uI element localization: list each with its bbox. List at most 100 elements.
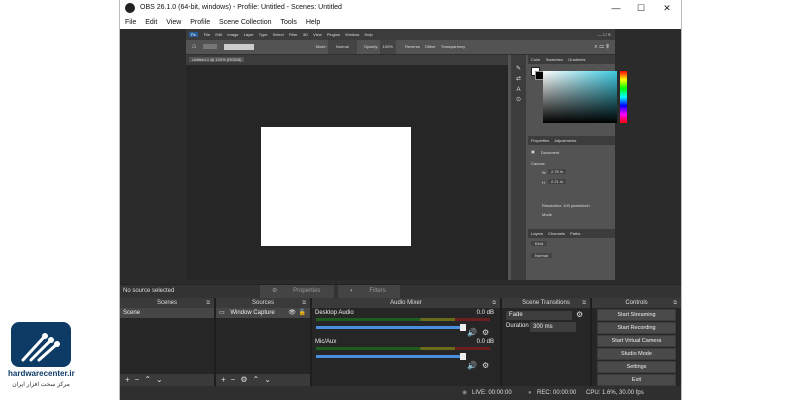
transition-row: Fade ⚙ xyxy=(502,308,590,322)
title-bar: OBS 26.1.0 (64-bit, windows) - Profile: … xyxy=(120,0,681,16)
search-icon: ⌕ ▭ ⇧ xyxy=(594,44,609,50)
menu-view[interactable]: View xyxy=(166,19,181,26)
minimize-icon[interactable]: — xyxy=(603,0,629,16)
ps-document-label: Document xyxy=(541,150,560,155)
volume-slider-knob[interactable] xyxy=(460,324,466,331)
menu-profile[interactable]: Profile xyxy=(190,19,210,26)
rec-icon: ● xyxy=(528,390,532,396)
gear-icon[interactable]: ⚙ xyxy=(576,310,583,319)
gear-icon[interactable]: ⚙ xyxy=(240,375,247,384)
scene-item[interactable]: Scene xyxy=(120,308,214,318)
start-virtual-camera-button[interactable]: Start Virtual Camera xyxy=(597,335,676,347)
menu-file[interactable]: File xyxy=(125,19,136,26)
ps-panel-tab: Adjustments xyxy=(554,138,577,143)
ps-document-canvas xyxy=(261,127,411,246)
ps-menu-item: Edit xyxy=(215,32,223,37)
ps-canvas-area xyxy=(186,65,508,280)
ps-options-bar: ⌂ Mode: Normal Opacity: 100% Reverse Dit… xyxy=(186,40,615,55)
watermark: hardwarecenter.ir مرکز سخت افزار ایران xyxy=(8,322,75,399)
source-item[interactable]: ▭ Window Capture 👁 🔓 xyxy=(216,308,310,318)
scenes-header: Scenes ⧉ xyxy=(120,298,214,308)
eye-icon[interactable]: 👁 xyxy=(288,308,296,318)
menu-edit[interactable]: Edit xyxy=(145,19,157,26)
ps-transparency-option: Transparency xyxy=(440,44,466,49)
move-up-icon[interactable]: ⌃ xyxy=(144,375,151,384)
filters-button[interactable]: ◐ Filters xyxy=(338,285,400,298)
ps-opacity-label: Opacity: xyxy=(363,44,379,49)
volume-slider[interactable] xyxy=(316,353,466,360)
channel-db: 0.0 dB xyxy=(476,339,494,345)
ps-w-value: 2.78 in xyxy=(548,169,567,174)
undock-icon[interactable]: ⧉ xyxy=(582,298,586,308)
speaker-icon[interactable]: 🔊 xyxy=(467,328,477,337)
speaker-icon[interactable]: 🔊 xyxy=(467,361,477,370)
remove-icon[interactable]: − xyxy=(231,375,236,384)
volume-meter xyxy=(316,347,490,350)
audio-mixer-header: Audio Mixer ⧉ xyxy=(312,298,500,308)
settings-button[interactable]: Settings xyxy=(597,361,676,373)
volume-slider[interactable] xyxy=(316,324,466,331)
undock-icon[interactable]: ⧉ xyxy=(206,298,210,308)
controls-dock: Controls ⧉ Start Streaming Start Recordin… xyxy=(592,298,681,386)
ps-layers-blend: Normal xyxy=(531,253,552,258)
controls-header: Controls ⧉ xyxy=(592,298,681,308)
gear-icon[interactable]: ⚙ xyxy=(482,328,489,337)
start-recording-button[interactable]: Start Recording xyxy=(597,322,676,334)
move-down-icon[interactable]: ⌄ xyxy=(156,375,163,384)
scenes-dock: Scenes ⧉ Scene + − ⌃ ⌄ xyxy=(120,298,216,386)
gear-icon[interactable]: ⚙ xyxy=(482,361,489,370)
remove-icon[interactable]: − xyxy=(135,375,140,384)
close-icon[interactable]: ✕ xyxy=(654,0,680,16)
duration-input[interactable]: 300 ms xyxy=(530,322,576,332)
ps-mode-value: Normal xyxy=(327,40,357,54)
menu-bar: File Edit View Profile Scene Collection … xyxy=(120,16,681,30)
ps-panel-tab: Swatches xyxy=(545,57,564,62)
menu-tools[interactable]: Tools xyxy=(281,19,297,26)
properties-label: Properties xyxy=(287,285,327,298)
undock-icon[interactable]: ⧉ xyxy=(302,298,306,308)
hue-slider xyxy=(620,71,627,123)
sources-header: Sources ⧉ xyxy=(216,298,310,308)
channel-name: Desktop Audio xyxy=(315,310,354,316)
exit-button[interactable]: Exit xyxy=(597,374,676,386)
ps-right-panels: Color Swatches Gradients Properties Adju… xyxy=(528,55,627,280)
sources-toolbar: + − ⚙ ⌃ ⌄ xyxy=(216,374,310,386)
move-down-icon[interactable]: ⌄ xyxy=(264,375,271,384)
ps-mode-label: Mode xyxy=(542,212,553,217)
ps-panel-tab: Channels xyxy=(548,231,566,236)
start-streaming-button[interactable]: Start Streaming xyxy=(597,309,676,321)
source-item-label: Window Capture xyxy=(230,310,275,316)
add-icon[interactable]: + xyxy=(125,375,130,384)
studio-mode-button[interactable]: Studio Mode xyxy=(597,348,676,360)
controls-title: Controls xyxy=(625,300,648,306)
adjust-icon: ⊙ xyxy=(515,97,522,103)
ps-panel-tab: Layers xyxy=(531,231,544,236)
audio-mixer-dock: Audio Mixer ⧉ Desktop Audio 0.0 dB 🔊 ⚙ Mi… xyxy=(312,298,502,386)
add-icon[interactable]: + xyxy=(221,375,226,384)
maximize-icon[interactable]: ☐ xyxy=(628,0,654,16)
menu-scene-collection[interactable]: Scene Collection xyxy=(219,19,272,26)
ps-window-controls-icon: — ☐ ✕ xyxy=(597,32,611,37)
duration-row: Duration 300 ms xyxy=(502,322,590,334)
lock-icon[interactable]: 🔓 xyxy=(299,308,306,318)
tool-preset-icon xyxy=(203,44,218,50)
undock-icon[interactable]: ⧉ xyxy=(492,298,496,308)
menu-help[interactable]: Help xyxy=(306,19,320,26)
mixer-channel-mic: Mic/Aux 0.0 dB xyxy=(312,337,500,347)
move-up-icon[interactable]: ⌃ xyxy=(253,375,260,384)
obs-window: OBS 26.1.0 (64-bit, windows) - Profile: … xyxy=(119,0,682,400)
volume-meter xyxy=(316,318,490,321)
no-source-label: No source selected xyxy=(123,288,175,294)
brush-icon: ✎ xyxy=(515,66,522,72)
captured-photoshop-window: Ps File Edit Image Layer Type Select Fil… xyxy=(186,29,627,280)
volume-slider-knob[interactable] xyxy=(460,353,466,360)
ps-properties-tabs: Properties Adjustments xyxy=(528,136,615,145)
undock-icon[interactable]: ⧉ xyxy=(673,298,677,308)
cpu-fps: CPU: 1.6%, 30.00 fps xyxy=(586,390,644,396)
properties-button[interactable]: ⚙ Properties xyxy=(260,285,335,298)
transitions-header: Scene Transitions ⧉ xyxy=(502,298,590,308)
rec-time: REC: 00:00:00 xyxy=(537,390,577,396)
ps-menu-item: Help xyxy=(364,32,373,37)
transition-select[interactable]: Fade xyxy=(506,311,572,320)
obs-logo-icon xyxy=(125,3,135,13)
